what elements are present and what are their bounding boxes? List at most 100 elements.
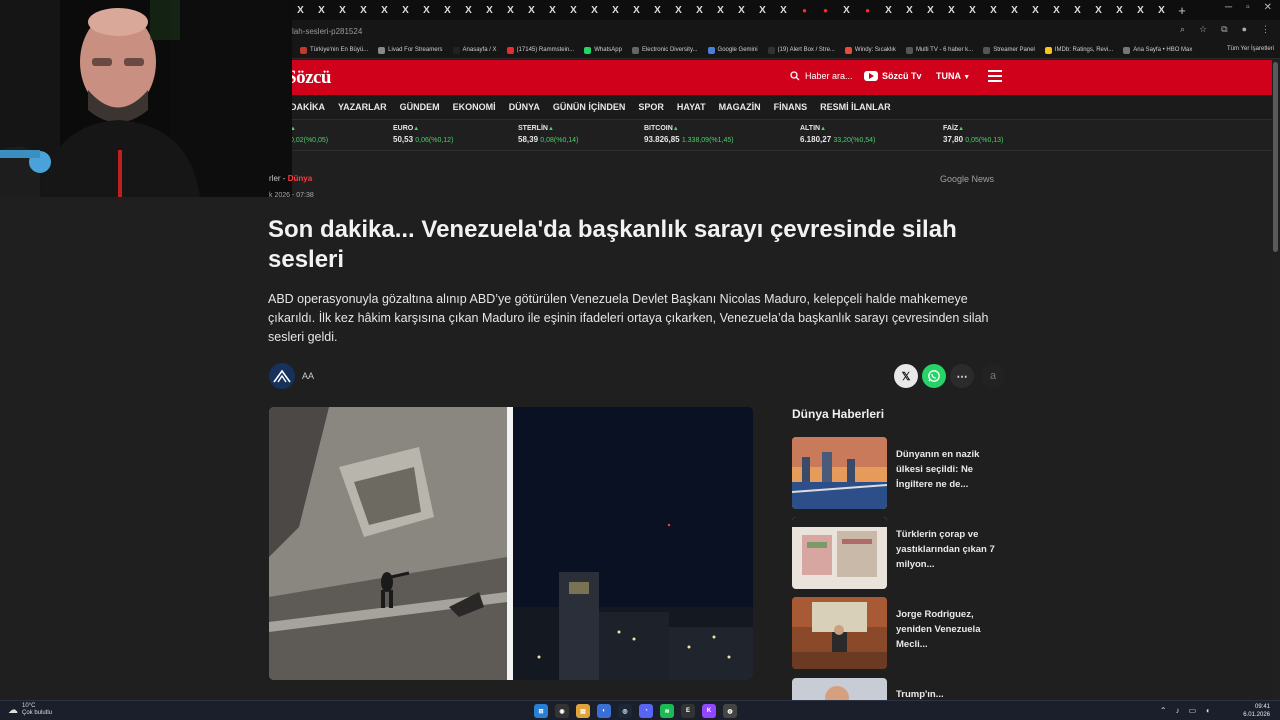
browser-tab[interactable]: X [437,0,458,20]
mic-icon[interactable]: ♪ [1176,706,1180,715]
site-logo[interactable]: Sözcü [286,67,332,89]
ticker-item[interactable]: EURO▲ 50,53 0,06(%0,12) [393,125,453,144]
bookmark-item[interactable]: Anasayfa / X [452,46,497,54]
browser-tab[interactable]: X [920,0,941,20]
steam-icon[interactable]: ◎ [618,704,632,718]
start-icon[interactable]: ⊞ [534,704,548,718]
browser-tab[interactable]: X [878,0,899,20]
sidebar-news-item[interactable]: Jorge Rodriguez, yeniden Venezuela Mecli… [792,597,1007,669]
nav-item[interactable]: EKONOMİ [453,102,496,112]
bookmark-item[interactable]: Multi TV - 6 haber k... [905,46,973,54]
browser-tab[interactable]: X [479,0,500,20]
browser-tab[interactable]: X [1151,0,1172,20]
nav-item[interactable]: SPOR [638,102,664,112]
browser-tab[interactable]: ● [815,0,836,20]
nav-item[interactable]: DÜNYA [509,102,540,112]
spotify-icon[interactable]: ≋ [660,704,674,718]
volume-icon[interactable]: ◖ [1205,706,1210,715]
bookmark-item[interactable]: Electronic Diversity... [631,46,698,54]
page-scrollbar[interactable] [1272,60,1280,700]
nav-item[interactable]: GÜNÜN İÇİNDEN [553,102,626,112]
url-text[interactable]: lah-sesleri-p281524 [292,27,362,36]
profile-icon[interactable]: ● [1242,24,1247,35]
weather-widget[interactable]: ☁ 10°C Çok bulutlu [8,703,52,717]
ticker-item[interactable]: STERLİN▲ 58,39 0,08(%0,14) [518,125,578,144]
user-menu[interactable]: TUNA ▼ [936,71,970,81]
bookmark-item[interactable]: Ana Sayfa • HBO Max [1123,46,1192,54]
ticker-item[interactable]: ALTIN▲ 6.180,27 33,20(%0,54) [800,125,875,144]
browser-tab[interactable]: X [521,0,542,20]
browser-tab[interactable]: X [563,0,584,20]
browser-tab[interactable]: X [500,0,521,20]
browser-tab[interactable]: X [962,0,983,20]
browser-tab[interactable]: X [899,0,920,20]
nav-item[interactable]: YAZARLAR [338,102,387,112]
share-whatsapp-button[interactable] [922,364,946,388]
article-source[interactable]: AA [269,363,314,389]
browser-tab[interactable]: X [605,0,626,20]
taskbar-clock[interactable]: 09:41 6.01.2026 [1243,703,1270,719]
browser-tab[interactable]: X [752,0,773,20]
browser-tab[interactable]: X [353,0,374,20]
ticker-item[interactable]: ▲ 0,02(%0,05) [290,125,328,144]
scrollbar-thumb[interactable] [1273,62,1278,252]
chevron-up-icon[interactable]: ⌃ [1160,706,1167,715]
browser-tab[interactable]: X [1025,0,1046,20]
maximize-icon[interactable]: ▫ [1246,2,1250,13]
obs-icon[interactable]: ◍ [723,704,737,718]
bookmark-item[interactable]: Livad For Streamers [378,46,443,54]
breadcrumb-category[interactable]: Dünya [288,174,312,183]
sidebar-news-item[interactable]: Türklerin çorap ve yastıklarından çıkan … [792,517,1007,589]
chrome-icon[interactable]: ◉ [555,704,569,718]
share-more-button[interactable]: ⋯ [950,364,974,388]
new-tab-icon[interactable]: + [1172,3,1192,18]
bookmark-item[interactable]: Streamer Panel [983,46,1035,54]
bookmark-item[interactable]: Google Gemini [707,46,758,54]
nav-item[interactable]: MAGAZİN [719,102,761,112]
kick-icon[interactable]: K [702,704,716,718]
browser-tab[interactable]: X [416,0,437,20]
browser-tab[interactable]: X [395,0,416,20]
nav-item[interactable]: FİNANS [774,102,808,112]
browser-tab[interactable]: X [773,0,794,20]
share-x-button[interactable]: 𝕏 [894,364,918,388]
browser-tab[interactable]: X [689,0,710,20]
bookmark-item[interactable]: Windy: Sıcaklık [844,46,896,54]
nav-item[interactable]: DAKİKA [290,102,325,112]
nav-item[interactable]: RESMİ İLANLAR [820,102,891,112]
breadcrumb-prefix[interactable]: rler - [269,174,285,183]
bookmark-item[interactable]: IMDb: Ratings, Revi... [1044,46,1113,54]
network-icon[interactable]: ▭ [1189,706,1197,715]
browser-tab[interactable]: X [1130,0,1151,20]
browser-tab[interactable]: X [668,0,689,20]
browser-tab[interactable]: X [1046,0,1067,20]
browser-tab[interactable]: X [710,0,731,20]
article-main-image[interactable] [269,407,753,680]
edge-icon[interactable]: ◐ [597,704,611,718]
browser-tab[interactable]: X [1067,0,1088,20]
sidebar-news-item[interactable]: Trump'ın... [792,678,1007,700]
font-size-button[interactable]: a [981,364,1005,388]
bookmark-item[interactable]: (17145) Rammstein... [506,46,574,54]
browser-menu-icon[interactable]: ⋮ [1261,24,1270,35]
ticker-item[interactable]: FAİZ▲ 37,80 0,05(%0,13) [943,125,1003,144]
browser-tab[interactable]: X [731,0,752,20]
browser-tab[interactable]: X [626,0,647,20]
extensions-icon[interactable]: ⧉ [1221,24,1227,35]
browser-tab[interactable]: X [941,0,962,20]
browser-tab[interactable]: X [1088,0,1109,20]
file-explorer-icon[interactable]: ▤ [576,704,590,718]
browser-tab[interactable]: X [836,0,857,20]
browser-tab[interactable]: X [1004,0,1025,20]
browser-tab[interactable]: ● [857,0,878,20]
google-news-link[interactable]: Google News [940,174,994,184]
epic-games-icon[interactable]: E [681,704,695,718]
browser-tab[interactable]: ● [794,0,815,20]
browser-tab[interactable]: X [584,0,605,20]
nav-item[interactable]: HAYAT [677,102,706,112]
nav-item[interactable]: GÜNDEM [400,102,440,112]
sidebar-news-item[interactable]: Dünyanın en nazik ülkesi seçildi: Ne İng… [792,437,1007,509]
browser-tab[interactable]: X [290,0,311,20]
minimize-icon[interactable]: ─ [1225,2,1232,13]
browser-tab[interactable]: X [542,0,563,20]
